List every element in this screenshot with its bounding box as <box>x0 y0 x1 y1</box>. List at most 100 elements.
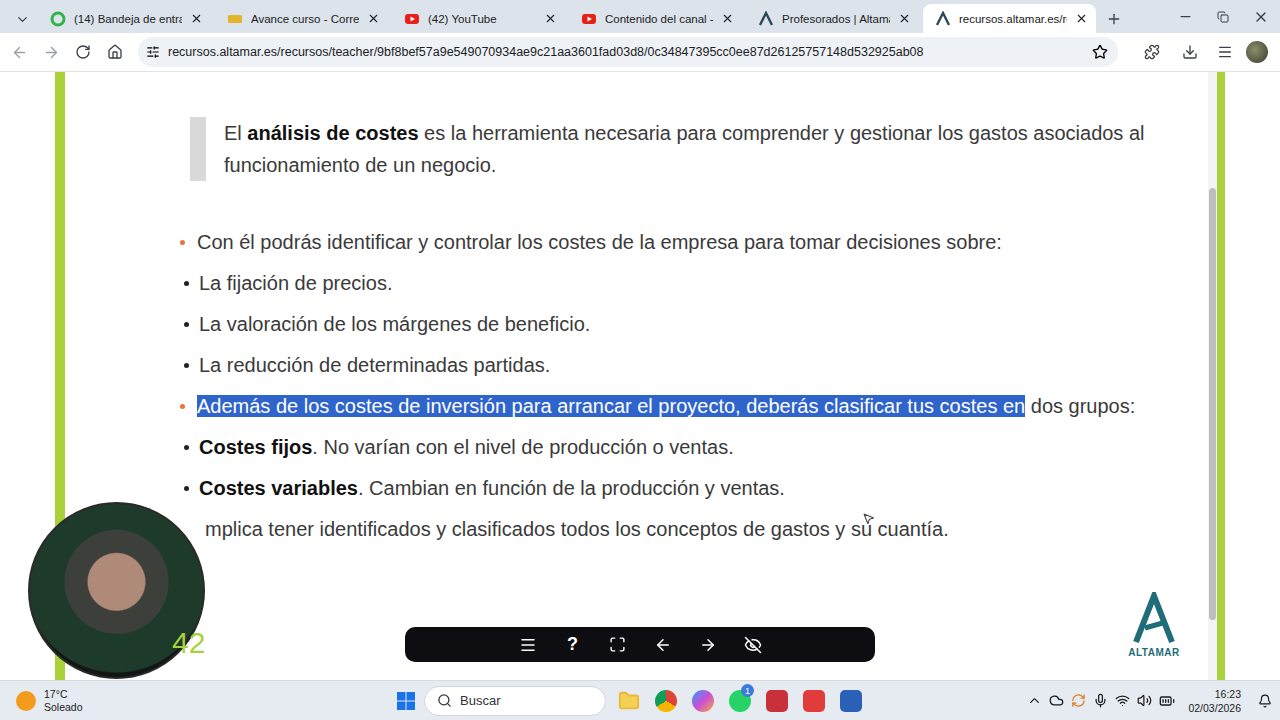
close-icon[interactable] <box>721 12 734 25</box>
bookmark-star-icon[interactable] <box>1092 44 1108 60</box>
search-icon <box>437 693 452 708</box>
home-icon <box>107 44 123 60</box>
sub-bullet-dot <box>184 486 189 491</box>
chevron-up-icon[interactable] <box>1027 693 1042 708</box>
text-segment: . Cambian en función de la producción y … <box>358 477 785 499</box>
media-button[interactable] <box>1210 38 1240 66</box>
plus-icon <box>1106 11 1122 27</box>
forward-icon <box>43 44 60 61</box>
browser-tab[interactable]: (42) YouTube <box>392 4 565 33</box>
recorder-button[interactable] <box>762 686 791 715</box>
word-icon <box>840 690 862 712</box>
weather-condition: Soleado <box>44 701 83 714</box>
tab-label: Avance curso - Correo <box>251 13 359 25</box>
right-margin <box>1225 72 1280 680</box>
home-button[interactable] <box>100 38 130 66</box>
extensions-button[interactable] <box>1134 38 1170 66</box>
scrollbar-thumb[interactable] <box>1209 188 1216 620</box>
minimize-icon <box>1178 9 1193 24</box>
notification-bell-icon[interactable] <box>1258 694 1272 708</box>
copilot-button[interactable] <box>688 686 717 715</box>
sub-item: La valoración de los márgenes de benefic… <box>184 309 1188 340</box>
close-icon[interactable] <box>544 12 557 25</box>
bullet-text[interactable]: Con él podrás identificar y controlar lo… <box>197 227 1002 258</box>
window-controls <box>1166 3 1280 31</box>
back-button[interactable] <box>4 38 34 66</box>
profile-button[interactable] <box>1242 38 1272 66</box>
upload-app-button[interactable] <box>799 686 828 715</box>
word-button[interactable] <box>836 686 865 715</box>
previous-button[interactable] <box>649 631 676 658</box>
battery-icon[interactable] <box>1159 693 1175 709</box>
reload-button[interactable] <box>68 38 98 66</box>
windows-start-icon[interactable] <box>396 691 416 711</box>
browser-tab[interactable]: recursos.altamar.es/recurs <box>923 4 1096 33</box>
close-icon[interactable] <box>898 12 911 25</box>
wifi-icon[interactable] <box>1115 693 1130 708</box>
close-icon <box>1253 9 1269 25</box>
browser-tab[interactable]: (14) Bandeja de entrada | C <box>38 4 211 33</box>
browser-tab[interactable]: Avance curso - Correo <box>215 4 388 33</box>
logo-text: ALTAMAR <box>1128 647 1179 658</box>
puzzle-icon <box>1144 44 1160 60</box>
altamar-icon <box>935 11 951 27</box>
tab-list: (14) Bandeja de entrada | C Avance curso … <box>38 4 1128 33</box>
back-icon <box>11 44 28 61</box>
presentation-toolbar: ? <box>405 627 875 662</box>
youtube-icon <box>581 11 597 27</box>
close-window-button[interactable] <box>1242 3 1280 31</box>
sub-item-text: La fijación de precios. <box>199 268 392 299</box>
definition-quote: El análisis de costes es la herramienta … <box>190 117 1188 181</box>
tab-label: (14) Bandeja de entrada | C <box>74 13 182 25</box>
tab-label: (42) YouTube <box>428 13 536 25</box>
minimize-button[interactable] <box>1166 3 1204 31</box>
hide-button[interactable] <box>739 631 766 658</box>
forward-button[interactable] <box>36 38 66 66</box>
sync-icon[interactable] <box>1071 693 1086 708</box>
browser-tab[interactable]: Contenido del canal - YouT <box>569 4 742 33</box>
site-settings-icon[interactable] <box>146 45 160 59</box>
bullet-item: Con él podrás identificar y controlar lo… <box>180 227 1188 381</box>
text-segment: Además de los costes de inversión para a… <box>197 395 1025 417</box>
right-frame <box>1217 72 1225 680</box>
volume-icon[interactable] <box>1137 693 1152 708</box>
weather-widget[interactable]: 17°CSoleado <box>16 688 396 714</box>
menu-icon <box>519 636 537 654</box>
cloud-icon[interactable] <box>1049 693 1064 708</box>
url-text: recursos.altamar.es/recursos/teacher/9bf… <box>168 45 1084 59</box>
search-placeholder: Buscar <box>460 693 500 708</box>
address-bar[interactable]: recursos.altamar.es/recursos/teacher/9bf… <box>138 37 1118 67</box>
closing-text: mplica tener identificados y clasificado… <box>205 514 1188 545</box>
notification-badge: 1 <box>741 684 754 697</box>
close-icon[interactable] <box>1075 12 1088 25</box>
arrow-left-icon <box>654 636 672 654</box>
chrome-button[interactable] <box>651 686 680 715</box>
mic-icon[interactable] <box>1093 693 1108 708</box>
close-icon[interactable] <box>190 12 203 25</box>
clock[interactable]: 16:2302/03/2026 <box>1188 687 1241 715</box>
menu-button[interactable] <box>514 631 541 658</box>
help-button[interactable]: ? <box>559 631 586 658</box>
whatsapp-button[interactable]: 1 <box>725 686 754 715</box>
scrollbar[interactable] <box>1208 72 1217 680</box>
browser-tab[interactable]: Profesorados | Altamar <box>746 4 919 33</box>
next-button[interactable] <box>694 631 721 658</box>
downloads-button[interactable] <box>1172 38 1208 66</box>
taskbar-search[interactable]: Buscar <box>424 686 606 716</box>
text-segment: Costes fijos <box>199 436 312 458</box>
folder-icon <box>618 690 640 712</box>
quote-bar <box>190 117 206 181</box>
fullscreen-button[interactable] <box>604 631 631 658</box>
avatar <box>1246 41 1268 63</box>
bullet-text[interactable]: Además de los costes de inversión para a… <box>197 391 1135 422</box>
file-explorer-button[interactable] <box>614 686 643 715</box>
sub-list: La fijación de precios. La valoración de … <box>180 268 1188 381</box>
restore-button[interactable] <box>1204 3 1242 31</box>
close-icon[interactable] <box>367 12 380 25</box>
slide-content: El análisis de costes es la herramienta … <box>65 72 1208 680</box>
tab-search-button[interactable] <box>8 5 36 33</box>
sub-item-text: La valoración de los márgenes de benefic… <box>199 309 590 340</box>
text-segment: dos grupos: <box>1025 395 1135 417</box>
address-row: recursos.altamar.es/recursos/teacher/9bf… <box>0 33 1280 72</box>
new-tab-button[interactable] <box>1100 5 1128 33</box>
